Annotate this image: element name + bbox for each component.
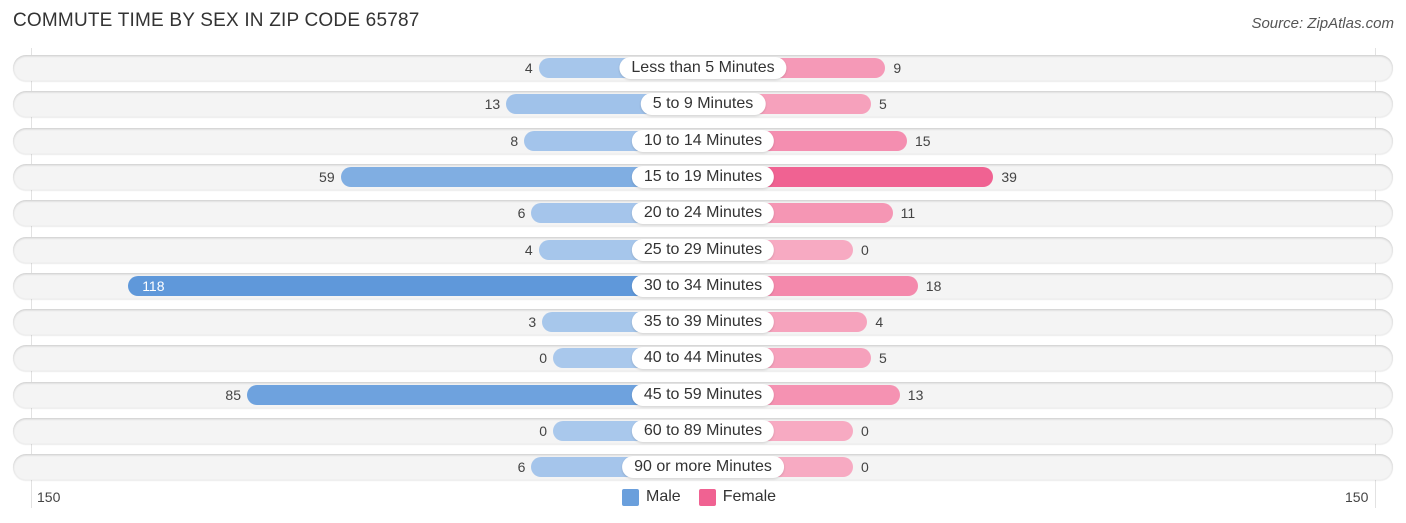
value-label-male: 13 (484, 96, 501, 113)
chart-row: 59 39 15 to 19 Minutes (13, 163, 1393, 190)
value-label-male: 4 (524, 60, 533, 76)
chart-row: 4 9 Less than 5 Minutes (13, 55, 1393, 81)
axis-tick-right: 150 (1345, 489, 1369, 505)
category-label: 35 to 39 Minutes (631, 311, 775, 334)
category-label: 5 to 9 Minutes (640, 93, 766, 116)
value-label-female: 5 (879, 96, 887, 113)
category-label: 15 to 19 Minutes (631, 165, 775, 188)
legend-swatch-female (698, 488, 716, 506)
category-label: Less than 5 Minutes (619, 57, 787, 79)
value-label-female: 5 (879, 350, 887, 367)
legend-label-male: Male (646, 488, 681, 505)
chart-row: 4 0 25 to 29 Minutes (13, 236, 1393, 263)
value-label-male: 59 (319, 168, 335, 185)
legend-label-female: Female (722, 488, 777, 505)
value-label-female: 39 (1001, 168, 1017, 185)
category-label: 90 or more Minutes (622, 456, 784, 479)
chart-row: 6 0 90 or more Minutes (13, 454, 1393, 481)
value-label-male: 0 (539, 423, 547, 439)
value-label-female: 4 (875, 314, 884, 331)
chart-row: 13 5 5 to 9 Minutes (13, 91, 1393, 118)
value-label-male: 8 (510, 132, 519, 149)
bar-male (128, 275, 703, 296)
axis-tick-left: 150 (37, 489, 61, 505)
legend-item-male: Male (622, 488, 681, 506)
category-label: 10 to 14 Minutes (631, 129, 775, 152)
category-label: 30 to 34 Minutes (631, 274, 775, 297)
source-label: Source: ZipAtlas.com (1251, 15, 1394, 32)
value-label-female: 0 (861, 241, 869, 258)
legend-swatch-male (622, 488, 639, 506)
value-label-male: 4 (524, 241, 533, 258)
chart-title: COMMUTE TIME BY SEX IN ZIP CODE 65787 (13, 10, 420, 31)
value-label-female: 9 (893, 60, 902, 76)
legend: Male Female (622, 488, 794, 506)
value-label-female: 11 (900, 205, 916, 222)
chart-row: 6 11 20 to 24 Minutes (13, 200, 1393, 227)
value-label-female: 18 (925, 277, 942, 294)
value-label-male: 6 (517, 459, 526, 476)
category-label: 60 to 89 Minutes (631, 420, 775, 442)
value-label-female: 0 (861, 459, 869, 476)
value-label-female: 13 (907, 386, 924, 403)
chart-row: 8 15 10 to 14 Minutes (13, 127, 1393, 154)
chart-row: 118 18 30 to 34 Minutes (13, 272, 1393, 299)
value-label-male: 85 (225, 386, 241, 403)
category-label: 40 to 44 Minutes (631, 347, 775, 370)
value-label-male: 0 (539, 350, 547, 367)
value-label-male: 3 (528, 314, 537, 331)
category-label: 25 to 29 Minutes (631, 238, 775, 261)
value-label-male: 6 (517, 205, 526, 222)
value-label-male: 118 (142, 277, 165, 294)
chart-row: 0 5 40 to 44 Minutes (13, 345, 1393, 372)
category-label: 20 to 24 Minutes (631, 202, 775, 225)
value-label-female: 0 (861, 423, 869, 439)
chart-row: 3 4 35 to 39 Minutes (13, 309, 1393, 336)
chart-row: 0 0 60 to 89 Minutes (13, 418, 1393, 444)
value-label-female: 15 (915, 132, 931, 149)
category-label: 45 to 59 Minutes (631, 383, 775, 406)
chart-row: 85 13 45 to 59 Minutes (13, 381, 1393, 408)
legend-item-female: Female (698, 488, 777, 506)
